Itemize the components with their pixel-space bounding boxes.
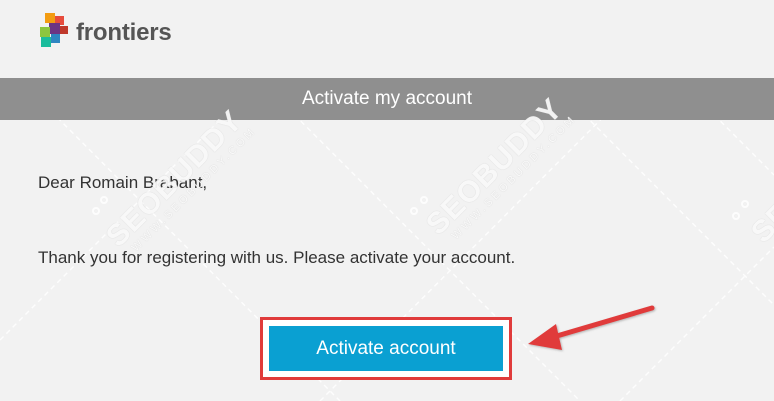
email-message: Thank you for registering with us. Pleas…	[38, 248, 516, 267]
frontiers-logo[interactable]: frontiers	[38, 11, 172, 49]
cta-highlight-box: Activate account	[260, 317, 512, 380]
brand-name: frontiers	[76, 19, 172, 46]
frontiers-cubes-logo-icon	[40, 13, 68, 47]
activate-account-button[interactable]: Activate account	[269, 326, 503, 371]
banner-title: Activate my account	[0, 78, 774, 120]
red-arrow-icon	[528, 305, 655, 350]
email-header: frontiers	[0, 0, 774, 78]
email-greeting: Dear Romain Brabant,	[38, 173, 208, 192]
